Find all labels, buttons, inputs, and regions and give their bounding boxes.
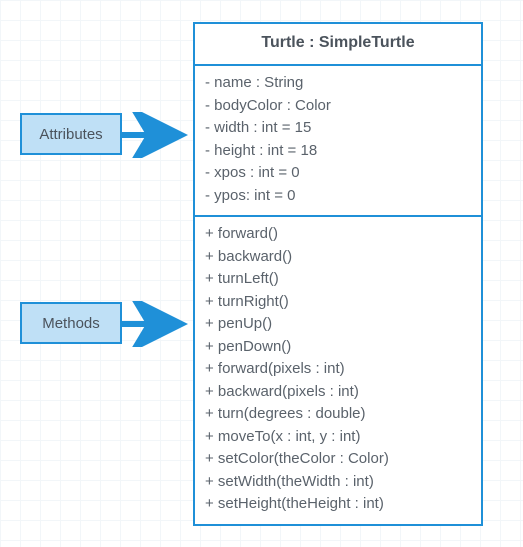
uml-attribute-row: - width : int = 15 — [205, 117, 471, 140]
uml-method-row: + setColor(theColor : Color) — [205, 448, 471, 471]
uml-attribute-row: - name : String — [205, 72, 471, 95]
arrow-icon — [122, 112, 194, 158]
uml-attributes-section: - name : String - bodyColor : Color - wi… — [195, 66, 481, 215]
uml-attribute-row: - bodyColor : Color — [205, 95, 471, 118]
uml-attribute-row: - xpos : int = 0 — [205, 162, 471, 185]
uml-method-row: + setWidth(theWidth : int) — [205, 471, 471, 494]
uml-method-row: + backward(pixels : int) — [205, 381, 471, 404]
uml-method-row: + forward() — [205, 223, 471, 246]
uml-attribute-row: - ypos: int = 0 — [205, 185, 471, 208]
uml-method-row: + moveTo(x : int, y : int) — [205, 426, 471, 449]
methods-label-box: Methods — [20, 302, 122, 344]
uml-method-row: + penUp() — [205, 313, 471, 336]
uml-method-row: + forward(pixels : int) — [205, 358, 471, 381]
uml-method-row: + turnLeft() — [205, 268, 471, 291]
uml-method-row: + setHeight(theHeight : int) — [205, 493, 471, 516]
uml-class-box: Turtle : SimpleTurtle - name : String - … — [193, 22, 483, 526]
uml-attribute-row: - height : int = 18 — [205, 140, 471, 163]
uml-method-row: + backward() — [205, 246, 471, 269]
attributes-label-text: Attributes — [39, 126, 102, 143]
uml-method-row: + penDown() — [205, 336, 471, 359]
attributes-label-box: Attributes — [20, 113, 122, 155]
uml-class-title: Turtle : SimpleTurtle — [195, 24, 481, 66]
uml-method-row: + turn(degrees : double) — [205, 403, 471, 426]
arrow-icon — [122, 301, 194, 347]
methods-label-text: Methods — [42, 315, 100, 332]
uml-methods-section: + forward() + backward() + turnLeft() + … — [195, 215, 481, 524]
uml-method-row: + turnRight() — [205, 291, 471, 314]
